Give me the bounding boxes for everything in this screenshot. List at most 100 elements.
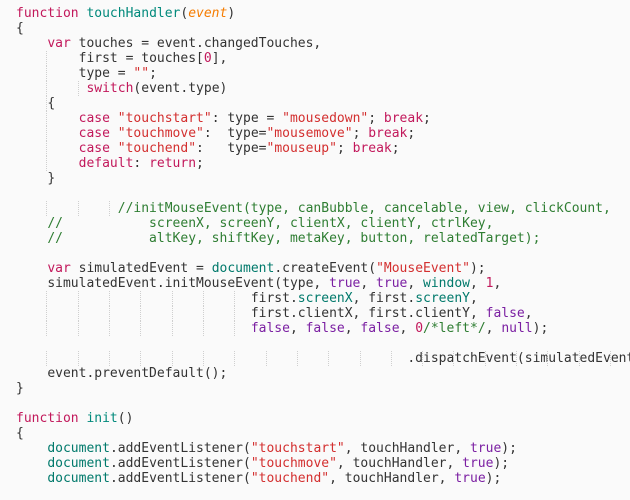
code-token-kw: case xyxy=(78,141,110,156)
indent-guide xyxy=(108,351,110,366)
indent-guide xyxy=(359,351,361,366)
code-line: simulatedEvent.initMouseEvent(type, true… xyxy=(16,276,630,291)
code-token-kw: function xyxy=(16,411,79,426)
indent-guide xyxy=(610,351,612,366)
code-token-plain: ) xyxy=(227,6,236,21)
code-token-plain: ; xyxy=(196,156,204,171)
code-token-plain: } xyxy=(16,381,24,396)
indent-guide xyxy=(453,351,455,366)
indent-guide xyxy=(46,51,48,66)
code-line: { xyxy=(16,21,630,36)
indent-guide xyxy=(46,126,48,141)
code-token-plain: .dispatchEvent(simulatedEvent); xyxy=(407,351,630,366)
code-token-plain: , xyxy=(399,321,416,336)
code-line: document.addEventListener("touchmove", t… xyxy=(16,456,630,471)
code-token-plain: simulatedEvent = xyxy=(70,261,212,276)
indent-guide xyxy=(202,306,204,321)
code-token-str: "touchstart" xyxy=(250,441,345,456)
code-line: default: return; xyxy=(16,156,630,171)
code-token-prop: document xyxy=(47,471,110,486)
code-line: function init() xyxy=(16,411,630,426)
code-token-fn: touchHandler xyxy=(86,6,181,21)
code-token-plain: { xyxy=(47,96,56,111)
code-token-kw: break xyxy=(368,126,408,141)
code-token-plain: ; xyxy=(368,111,384,126)
code-token-plain: , touchHandler, xyxy=(344,441,470,456)
indent-guide xyxy=(234,291,236,306)
indent-guide xyxy=(171,291,173,306)
code-token-plain: ; xyxy=(407,126,416,141)
code-line: { xyxy=(16,96,630,111)
code-line: // altKey, shiftKey, metaKey, button, re… xyxy=(16,231,630,246)
code-line: first.clientX, first.clientY, false, xyxy=(16,306,630,321)
code-token-plain: (event.type) xyxy=(133,81,228,96)
code-token-plain: .createEvent( xyxy=(274,261,377,276)
code-token-plain: ; xyxy=(149,66,157,81)
code-token-plain: , xyxy=(289,321,306,336)
indent-guide xyxy=(140,321,142,336)
code-token-str: "touchmove" xyxy=(250,456,337,471)
code-token-bool: false xyxy=(360,321,400,336)
code-token-num: 0 xyxy=(415,321,424,336)
code-line: first.screenX, first.screenY, xyxy=(16,291,630,306)
code-token-kw: function xyxy=(16,6,79,21)
code-token-plain: .addEventListener( xyxy=(109,456,251,471)
indent-guide xyxy=(422,351,424,366)
code-token-str: "touchend" xyxy=(117,141,197,156)
code-token-plain: () xyxy=(117,411,134,426)
code-token-kw: default xyxy=(78,156,134,171)
code-token-str: "touchend" xyxy=(250,471,330,486)
indent-guide xyxy=(547,351,549,366)
code-token-kw: case xyxy=(78,111,110,126)
code-editor[interactable]: function touchHandler(event){ var touche… xyxy=(0,0,630,486)
code-token-bool: false xyxy=(250,321,290,336)
indent-guide xyxy=(171,351,173,366)
code-token-prop: document xyxy=(47,456,110,471)
code-token-plain: ); xyxy=(501,441,517,456)
indent-guide xyxy=(140,351,142,366)
code-token-bool: true xyxy=(376,276,408,291)
code-token-str: "mouseup" xyxy=(266,141,337,156)
code-token-plain: ); xyxy=(493,456,510,471)
code-token-kw: var xyxy=(47,36,71,51)
code-token-cmt: /*left*/ xyxy=(423,321,486,336)
code-line: event.preventDefault(); xyxy=(16,366,630,381)
code-line: var simulatedEvent = document.createEven… xyxy=(16,261,630,276)
indent-guide xyxy=(234,321,236,336)
code-token-plain: ; xyxy=(336,141,353,156)
code-line: document.addEventListener("touchend", to… xyxy=(16,471,630,486)
indent-guide xyxy=(296,351,298,366)
code-token-plain: event.preventDefault(); xyxy=(47,366,228,381)
code-token-kw: return xyxy=(149,156,197,171)
code-line: } xyxy=(16,171,630,186)
code-line: var touches = event.changedTouches, xyxy=(16,36,630,51)
code-token-kw: var xyxy=(47,261,71,276)
code-token-plain: , xyxy=(360,276,377,291)
indent-guide xyxy=(46,306,48,321)
code-token-bool: true xyxy=(329,276,361,291)
code-token-plain: ; xyxy=(423,111,431,126)
code-token-plain: first = touches[ xyxy=(78,51,204,66)
code-token-plain: { xyxy=(16,21,24,36)
indent-guide xyxy=(46,201,48,216)
indent-guide xyxy=(77,201,79,216)
indent-guide xyxy=(234,351,236,366)
code-token-prop: window xyxy=(423,276,470,291)
code-token-kw: case xyxy=(78,126,110,141)
code-line: case "touchmove": type="mousemove"; brea… xyxy=(16,126,630,141)
code-line: type = ""; xyxy=(16,66,630,81)
code-token-plain: first. xyxy=(250,291,298,306)
code-token-fn: init xyxy=(86,411,118,426)
code-line: } xyxy=(16,381,630,396)
code-token-plain: { xyxy=(16,426,24,441)
code-token-plain: type = xyxy=(78,66,134,81)
code-line: document.addEventListener("touchstart", … xyxy=(16,441,630,456)
code-token-plain: , first. xyxy=(352,291,416,306)
code-token-plain: touches = event.changedTouches, xyxy=(70,36,322,51)
code-token-prop: document xyxy=(211,261,275,276)
